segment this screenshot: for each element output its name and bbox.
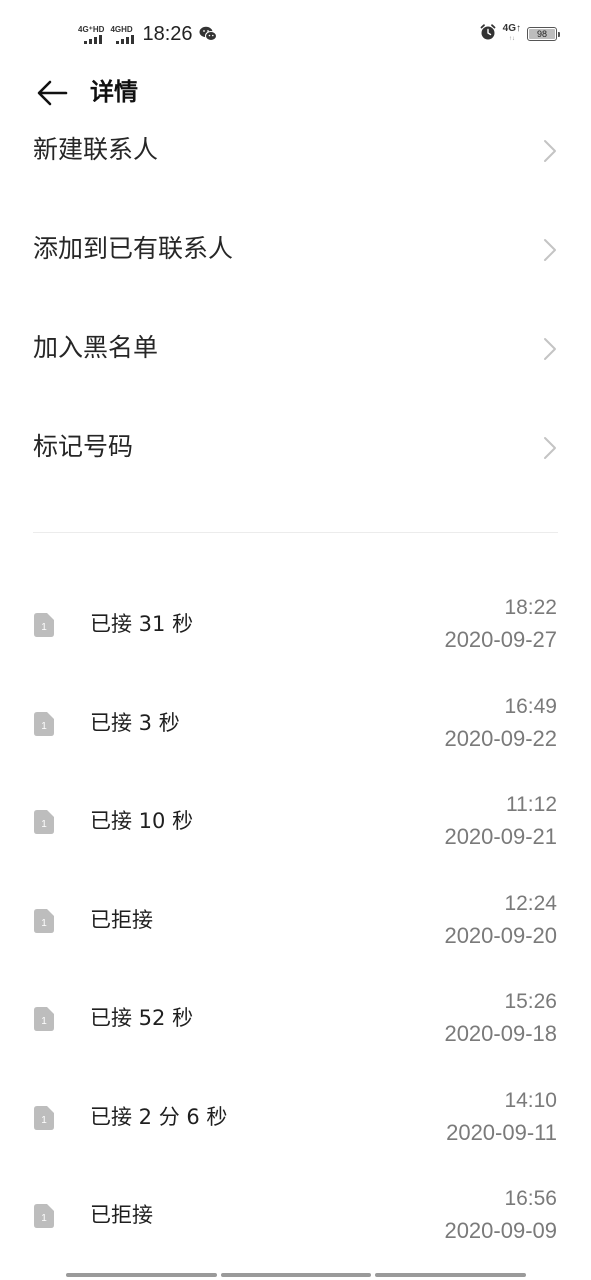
action-label: 加入黑名单: [33, 333, 159, 362]
add-to-blacklist-button[interactable]: 加入黑名单: [0, 299, 591, 398]
add-to-existing-contact-button[interactable]: 添加到已有联系人: [0, 200, 591, 299]
call-time: 14:10: [504, 1088, 557, 1112]
call-time: 16:56: [504, 1187, 557, 1210]
status-bar-right: 4G↑ ↑↓ 98: [479, 22, 560, 46]
sim-slot-label: 1: [41, 1213, 47, 1224]
sim-slot-label: 1: [41, 1115, 47, 1126]
chevron-right-icon: [544, 140, 556, 162]
sim-card-icon: 1: [34, 1105, 54, 1130]
sim-slot-label: 1: [41, 622, 47, 633]
call-date: 2020-09-20: [444, 922, 557, 948]
chevron-right-icon: [544, 239, 556, 261]
sim-slot-label: 1: [41, 1016, 47, 1027]
section-divider: [33, 532, 558, 533]
sim-card-icon: 1: [34, 1007, 54, 1031]
call-time: 16:49: [504, 694, 557, 718]
call-date: 2020-09-18: [444, 1021, 557, 1046]
chevron-right-icon: [544, 437, 556, 459]
alarm-icon: [479, 23, 497, 45]
call-type: 已接 2 分 6 秒: [90, 1104, 228, 1129]
sim-slot-label: 1: [41, 918, 47, 929]
sim-card-icon: 1: [34, 613, 54, 637]
call-type: 已拒接: [90, 1203, 153, 1227]
actions-list: 新建联系人 添加到已有联系人 加入黑名单 标记号码: [0, 101, 591, 497]
sim-card-icon: 1: [34, 810, 54, 834]
call-details-screen: 4G⁺HD 4GHD 18:26 4G↑ ↑↓ 98 详情 新建联系人 添加到已…: [0, 0, 591, 1280]
call-log-row: 1 已接 31 秒 18:22 2020-09-27: [0, 590, 591, 689]
network-label: 4G↑: [502, 23, 521, 34]
call-log-list: 1 已接 31 秒 18:22 2020-09-27 1 已接 3 秒 16:4…: [0, 590, 591, 1280]
call-type: 已接 52 秒: [90, 1006, 194, 1030]
call-log-row: 1 已接 52 秒 15:26 2020-09-18: [0, 984, 591, 1083]
call-time: 11:12: [506, 793, 557, 816]
call-log-row: 1 已接 10 秒 11:12 2020-09-21: [0, 787, 591, 886]
signal-icon: 4G⁺HD: [78, 25, 104, 44]
call-time: 18:22: [504, 596, 557, 619]
call-log-row: 1 已接 2 分 6 秒 14:10 2020-09-11: [0, 1083, 591, 1182]
battery-icon: 98: [527, 27, 560, 41]
call-date: 2020-09-21: [444, 824, 557, 849]
call-time: 12:24: [504, 891, 557, 915]
signal-2-label: 4GHD: [110, 24, 133, 34]
new-contact-button[interactable]: 新建联系人: [0, 101, 591, 200]
call-date: 2020-09-11: [446, 1119, 557, 1145]
signal-1-label: 4G⁺HD: [78, 24, 105, 34]
call-log-row: 1 已拒接 16:56 2020-09-09: [0, 1181, 591, 1280]
battery-level: 98: [529, 29, 555, 39]
call-date: 2020-09-09: [444, 1218, 557, 1243]
chevron-right-icon: [544, 338, 556, 360]
status-bar: 4G⁺HD 4GHD 18:26 4G↑ ↑↓ 98: [0, 0, 591, 68]
call-type: 已接 3 秒: [90, 710, 180, 735]
call-type: 已接 31 秒: [90, 612, 194, 636]
network-sub-label: ↑↓: [508, 36, 515, 42]
action-label: 标记号码: [33, 432, 134, 461]
sim-card-icon: 1: [34, 1204, 54, 1228]
call-time: 15:26: [504, 990, 557, 1013]
status-bar-left: 4G⁺HD 4GHD 18:26: [78, 20, 217, 48]
action-label: 添加到已有联系人: [33, 234, 234, 263]
call-type: 已拒接: [90, 907, 153, 932]
sim-card-icon: 1: [34, 711, 54, 736]
call-date: 2020-09-22: [444, 725, 557, 751]
call-log-row: 1 已接 3 秒 16:49 2020-09-22: [0, 689, 591, 788]
sim-slot-label: 1: [41, 721, 47, 732]
wechat-icon: [199, 26, 217, 42]
navigation-gesture-bar[interactable]: [66, 1273, 527, 1277]
sim-card-icon: 1: [34, 908, 54, 933]
sim-slot-label: 1: [41, 819, 47, 830]
call-type: 已接 10 秒: [90, 809, 194, 833]
status-time: 18:26: [142, 22, 193, 45]
call-date: 2020-09-27: [444, 627, 557, 652]
mark-number-button[interactable]: 标记号码: [0, 398, 591, 497]
signal-icon: 4GHD: [110, 24, 135, 44]
call-log-row: 1 已拒接 12:24 2020-09-20: [0, 886, 591, 985]
network-indicator: 4G↑ ↑↓: [503, 24, 521, 44]
action-label: 新建联系人: [33, 135, 159, 164]
